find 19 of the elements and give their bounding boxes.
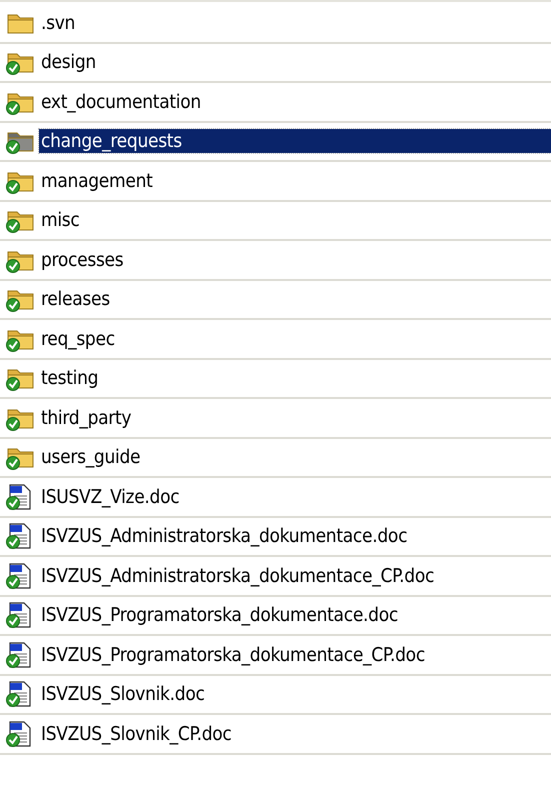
file-name[interactable]: testing: [39, 366, 100, 390]
file-name[interactable]: ISVZUS_Administratorska_dokumentace_CP.doc: [39, 564, 436, 588]
file-name[interactable]: users_guide: [39, 445, 142, 470]
file-name[interactable]: ISVZUS_Administratorska_dokumentace.doc: [39, 524, 410, 548]
file-name[interactable]: .svn: [39, 10, 78, 35]
file-name[interactable]: releases: [39, 287, 112, 312]
file-name[interactable]: ISVZUS_Programatorska_dokumentace.doc: [39, 603, 400, 628]
file-name[interactable]: ISVZUS_Slovnik.doc: [39, 682, 207, 706]
file-name[interactable]: ext_documentation: [39, 90, 203, 114]
file-name[interactable]: misc: [39, 208, 82, 232]
file-name[interactable]: ISVZUS_Slovnik_CP.doc: [39, 722, 234, 746]
file-name[interactable]: design: [39, 50, 98, 74]
file-name[interactable]: ISUSVZ_Vize.doc: [39, 484, 182, 509]
file-name[interactable]: processes: [39, 248, 126, 272]
file-name[interactable]: req_spec: [39, 326, 117, 351]
file-name[interactable]: management: [39, 168, 155, 193]
file-name[interactable]: change_requests: [39, 129, 551, 154]
file-name[interactable]: third_party: [39, 406, 134, 430]
file-name[interactable]: ISVZUS_Programatorska_dokumentace_CP.doc: [39, 642, 427, 667]
